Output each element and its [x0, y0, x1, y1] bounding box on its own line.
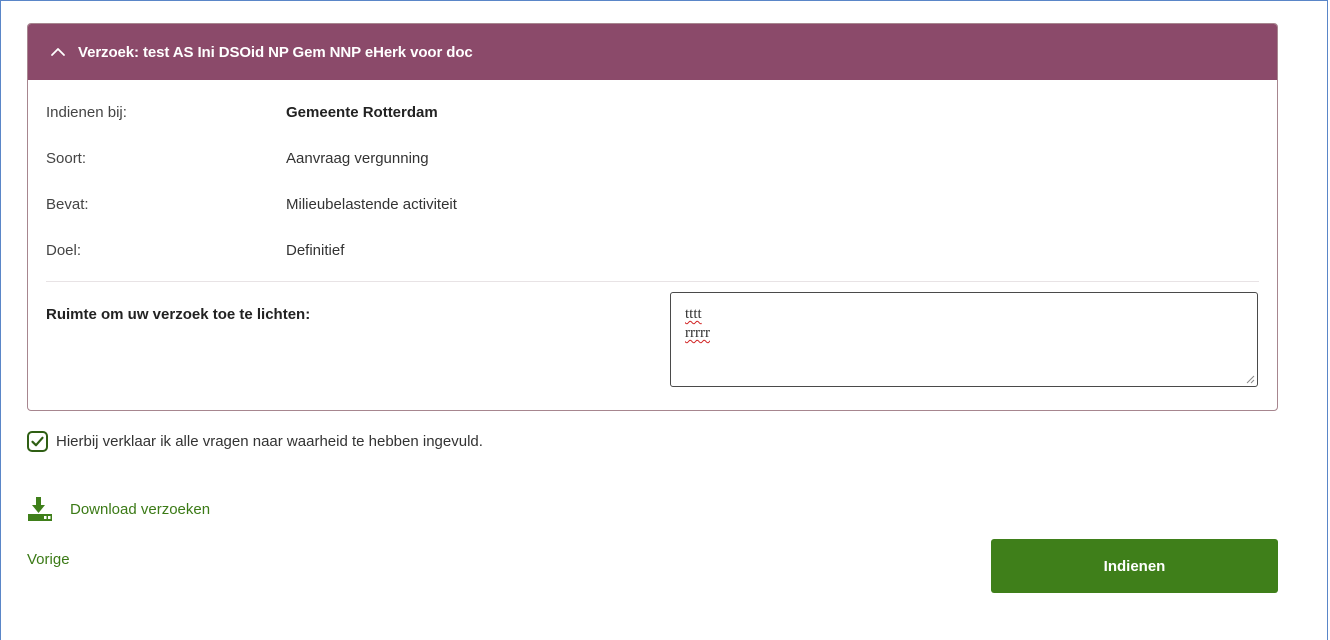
- detail-label: Bevat:: [46, 195, 89, 213]
- detail-value: Definitief: [286, 241, 345, 259]
- detail-value: Aanvraag vergunning: [286, 149, 429, 167]
- chevron-up-icon[interactable]: [50, 46, 66, 58]
- back-link[interactable]: Vorige: [27, 551, 70, 568]
- download-label: Download verzoeken: [70, 500, 211, 518]
- download-icon: [28, 497, 52, 521]
- request-details: Indienen bij: Gemeente Rotterdam Soort: …: [28, 89, 1277, 387]
- textarea-line: rrrrr: [685, 325, 710, 341]
- download-link[interactable]: Download verzoeken: [27, 496, 210, 522]
- detail-value: Milieubelastende activiteit: [286, 195, 457, 213]
- detail-label: Indienen bij:: [46, 103, 127, 121]
- detail-row-submit-to: Indienen bij: Gemeente Rotterdam: [46, 89, 1259, 135]
- explain-section: Ruimte om uw verzoek toe te lichten: ttt…: [46, 282, 1259, 387]
- request-card: Verzoek: test AS Ini DSOid NP Gem NNP eH…: [27, 23, 1278, 411]
- detail-label: Doel:: [46, 241, 82, 259]
- request-title: Verzoek: test AS Ini DSOid NP Gem NNP eH…: [78, 43, 473, 61]
- detail-label: Soort:: [46, 149, 87, 167]
- explain-label: Ruimte om uw verzoek toe te lichten:: [46, 306, 311, 323]
- detail-row-purpose: Doel: Definitief: [46, 227, 1259, 273]
- detail-row-type: Soort: Aanvraag vergunning: [46, 135, 1259, 181]
- explain-textarea[interactable]: tttt rrrrr: [670, 292, 1258, 387]
- detail-row-contains: Bevat: Milieubelastende activiteit: [46, 181, 1259, 227]
- declaration: Hierbij verklaar ik alle vragen naar waa…: [27, 431, 483, 452]
- checkbox-checked-icon[interactable]: [27, 431, 48, 452]
- submit-button[interactable]: Indienen: [991, 539, 1278, 593]
- declaration-text: Hierbij verklaar ik alle vragen naar waa…: [56, 433, 483, 450]
- request-card-header[interactable]: Verzoek: test AS Ini DSOid NP Gem NNP eH…: [28, 24, 1277, 80]
- detail-value: Gemeente Rotterdam: [286, 103, 438, 121]
- resize-grip-icon[interactable]: [1245, 374, 1255, 384]
- textarea-line: tttt: [685, 306, 702, 322]
